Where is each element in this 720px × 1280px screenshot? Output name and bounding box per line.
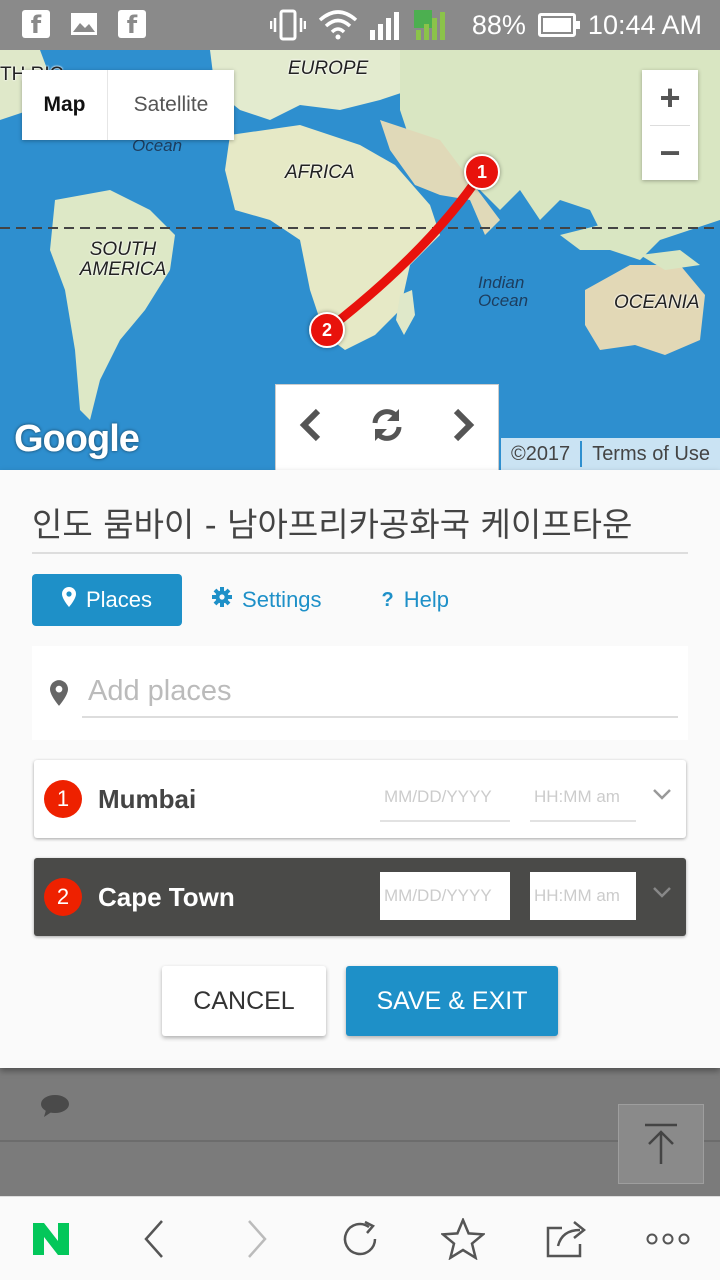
route-nav-control xyxy=(275,384,499,470)
time-field[interactable]: HH:MM am xyxy=(530,872,636,920)
comment-icon[interactable] xyxy=(40,1094,70,1123)
copyright-text: ©2017 xyxy=(510,442,571,465)
naver-logo[interactable] xyxy=(21,1209,81,1269)
terms-link[interactable]: Terms of Use xyxy=(582,443,720,466)
zoom-in-button[interactable]: + xyxy=(642,70,698,125)
time-field[interactable]: HH:MM am xyxy=(530,774,636,822)
title-divider xyxy=(32,552,688,554)
tab-settings-label: Settings xyxy=(242,587,322,612)
tab-help-label: Help xyxy=(403,587,450,612)
chevron-left-icon[interactable] xyxy=(298,407,324,453)
browser-toolbar xyxy=(0,1196,720,1280)
map-type-control: Map Satellite xyxy=(22,70,234,140)
share-icon[interactable] xyxy=(536,1209,596,1269)
notification-icons: f f xyxy=(22,10,146,39)
system-icons: 88% 10:44 AM xyxy=(269,8,702,42)
date-field[interactable]: MM/DD/YYYY xyxy=(380,872,510,920)
panel-tabs: Places Settings ? Help xyxy=(32,574,479,626)
label-africa: AFRICA xyxy=(285,162,355,183)
route-title: 인도 뭄바이 - 남아프리카공화국 케이프타운 xyxy=(32,505,633,544)
place-name: Mumbai xyxy=(98,784,197,814)
question-icon: ? xyxy=(381,588,394,611)
back-icon[interactable] xyxy=(124,1209,184,1269)
place-row-mumbai[interactable]: 1 Mumbai MM/DD/YYYY HH:MM am xyxy=(34,760,686,838)
battery-icon xyxy=(537,13,580,37)
facebook-icon: f xyxy=(22,10,50,39)
zoom-out-button[interactable]: − xyxy=(642,125,698,180)
signal-icon xyxy=(369,10,445,40)
label-europe: EUROPE xyxy=(288,58,369,79)
map-type-satellite-button[interactable]: Satellite xyxy=(108,70,234,140)
map-marker-1[interactable]: 1 xyxy=(464,154,500,190)
star-icon[interactable] xyxy=(433,1209,493,1269)
place-number-badge: 1 xyxy=(44,780,82,818)
tab-places[interactable]: Places xyxy=(32,574,183,626)
add-places-input[interactable] xyxy=(82,666,678,718)
tab-help[interactable]: ? Help xyxy=(352,574,479,626)
chevron-down-icon[interactable] xyxy=(652,780,672,806)
scroll-to-top-button[interactable] xyxy=(618,1104,704,1184)
more-icon[interactable] xyxy=(638,1209,698,1269)
gear-icon xyxy=(212,587,233,613)
tab-places-label: Places xyxy=(86,587,153,612)
zoom-control: + − xyxy=(642,70,698,180)
clock: 10:44 AM xyxy=(587,9,702,40)
route-panel: 인도 뭄바이 - 남아프리카공화국 케이프타운 Places Settings … xyxy=(0,470,720,1068)
pin-icon xyxy=(50,680,68,711)
page-divider xyxy=(0,1140,720,1142)
zoom-divider xyxy=(650,125,690,126)
refresh-icon[interactable] xyxy=(369,407,405,453)
map-attribution: ©2017 Terms of Use xyxy=(500,438,720,470)
add-places-box xyxy=(32,646,688,740)
map-view[interactable]: TH RIC EUROPE Ocean AFRICA SOUTH AMERICA… xyxy=(0,50,720,470)
place-name: Cape Town xyxy=(98,882,235,912)
arrow-up-icon xyxy=(645,1123,677,1164)
google-logo: Google xyxy=(14,418,140,460)
facebook-icon: f xyxy=(118,10,146,39)
gallery-icon xyxy=(70,10,98,38)
wifi-icon xyxy=(318,10,358,40)
cancel-button[interactable]: CANCEL xyxy=(162,966,326,1036)
chevron-right-icon[interactable] xyxy=(450,407,476,453)
pin-icon xyxy=(62,587,76,613)
vibrate-icon xyxy=(269,9,306,41)
status-bar: f f 88% 10:44 AM xyxy=(0,0,720,50)
place-number-badge: 2 xyxy=(44,878,82,916)
label-indian-ocean: Indian Ocean xyxy=(478,273,529,310)
map-marker-2[interactable]: 2 xyxy=(309,312,345,348)
label-oceania: OCEANIA xyxy=(614,292,700,313)
save-exit-button[interactable]: SAVE & EXIT xyxy=(346,966,558,1036)
refresh-icon[interactable] xyxy=(330,1209,390,1269)
tab-settings[interactable]: Settings xyxy=(182,574,352,626)
label-south-america: SOUTH AMERICA xyxy=(79,239,167,280)
battery-percent: 88% xyxy=(471,9,526,40)
date-field[interactable]: MM/DD/YYYY xyxy=(380,774,510,822)
map-type-map-button[interactable]: Map xyxy=(22,70,108,140)
forward-icon[interactable] xyxy=(227,1209,287,1269)
place-row-cape-town[interactable]: 2 Cape Town MM/DD/YYYY HH:MM am xyxy=(34,858,686,936)
chevron-down-icon[interactable] xyxy=(652,878,672,904)
